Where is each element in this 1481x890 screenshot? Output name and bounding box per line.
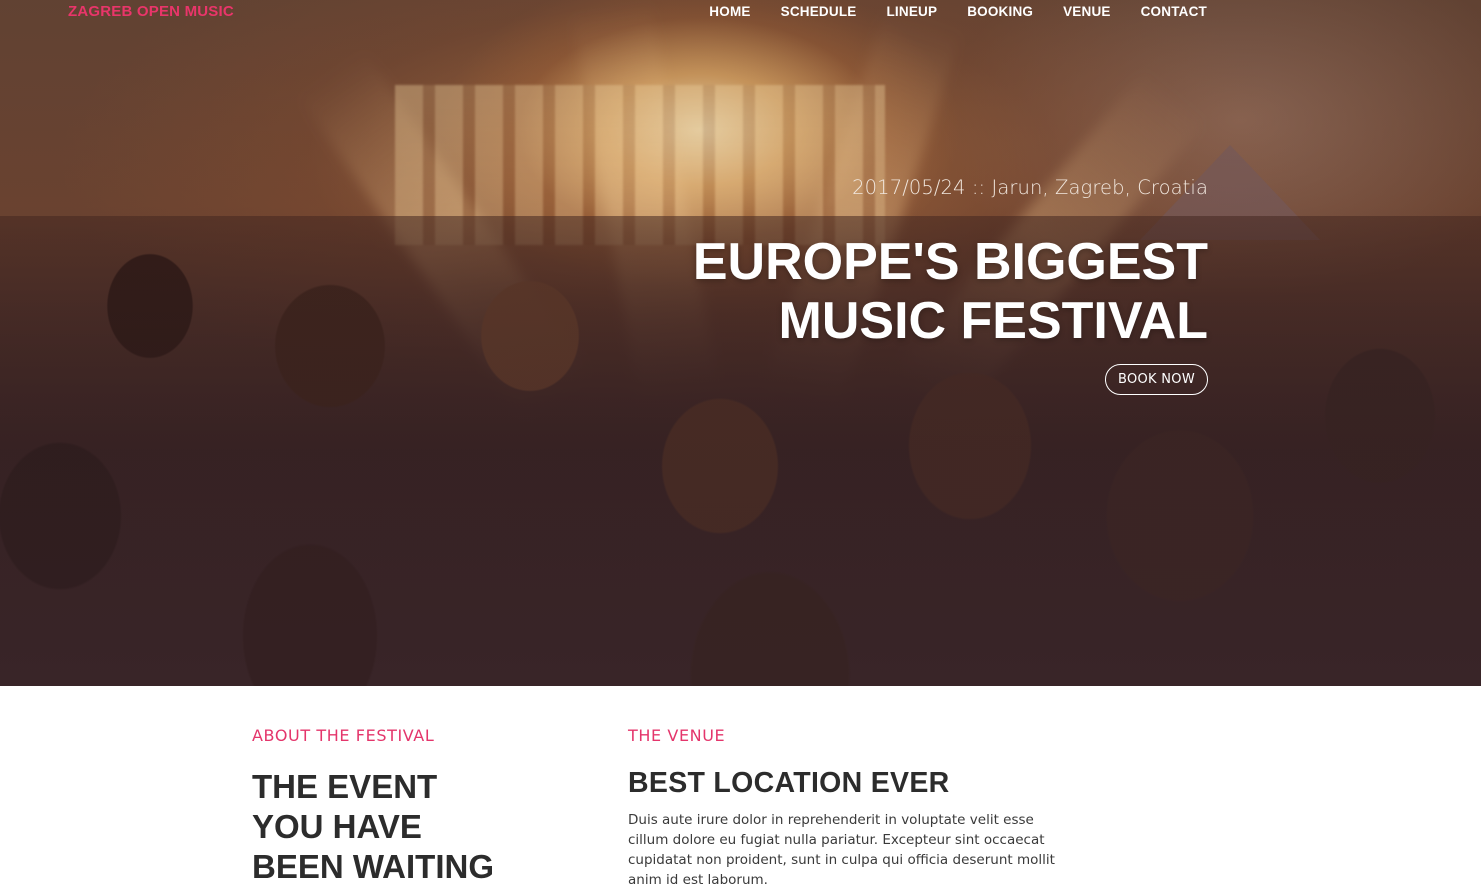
main-nav: HOME SCHEDULE LINEUP BOOKING VENUE CONTA…: [709, 4, 1207, 19]
top-navbar: ZAGREB OPEN MUSIC HOME SCHEDULE LINEUP B…: [0, 0, 1481, 28]
about-eyebrow: ABOUT THE FESTIVAL: [252, 726, 435, 745]
nav-contact[interactable]: CONTACT: [1141, 4, 1207, 19]
hero-content: 2017/05/24 :: Jarun, Zagreb, Croatia EUR…: [588, 176, 1208, 395]
about-heading-line-3: BEEN WAITING: [252, 848, 495, 885]
venue-heading: BEST LOCATION EVER: [628, 767, 950, 799]
hero-section: ZAGREB OPEN MUSIC HOME SCHEDULE LINEUP B…: [0, 0, 1481, 686]
venue-column: THE VENUE BEST LOCATION EVER Duis aute i…: [628, 726, 1088, 890]
nav-booking[interactable]: BOOKING: [967, 4, 1033, 19]
brand-logo[interactable]: ZAGREB OPEN MUSIC: [68, 3, 234, 20]
nav-home[interactable]: HOME: [709, 4, 750, 19]
about-heading-line-2: YOU HAVE: [252, 808, 422, 845]
hero-title: EUROPE'S BIGGEST MUSIC FESTIVAL: [588, 233, 1208, 351]
nav-lineup[interactable]: LINEUP: [886, 4, 937, 19]
venue-body-text: Duis aute irure dolor in reprehenderit i…: [628, 812, 1055, 888]
venue-eyebrow: THE VENUE: [628, 726, 726, 745]
book-now-button[interactable]: BOOK NOW: [1104, 364, 1208, 395]
hero-title-line-1: EUROPE'S BIGGEST: [692, 233, 1208, 291]
about-heading: THE EVENT YOU HAVE BEEN WAITING: [252, 767, 532, 887]
hero-title-line-2: MUSIC FESTIVAL: [778, 292, 1208, 350]
event-date-location: 2017/05/24 :: Jarun, Zagreb, Croatia: [852, 176, 1208, 199]
about-heading-line-1: THE EVENT: [252, 768, 438, 805]
nav-schedule[interactable]: SCHEDULE: [781, 4, 857, 19]
nav-venue[interactable]: VENUE: [1063, 4, 1111, 19]
info-section: ABOUT THE FESTIVAL THE EVENT YOU HAVE BE…: [0, 686, 1481, 888]
about-column: ABOUT THE FESTIVAL THE EVENT YOU HAVE BE…: [252, 726, 592, 887]
